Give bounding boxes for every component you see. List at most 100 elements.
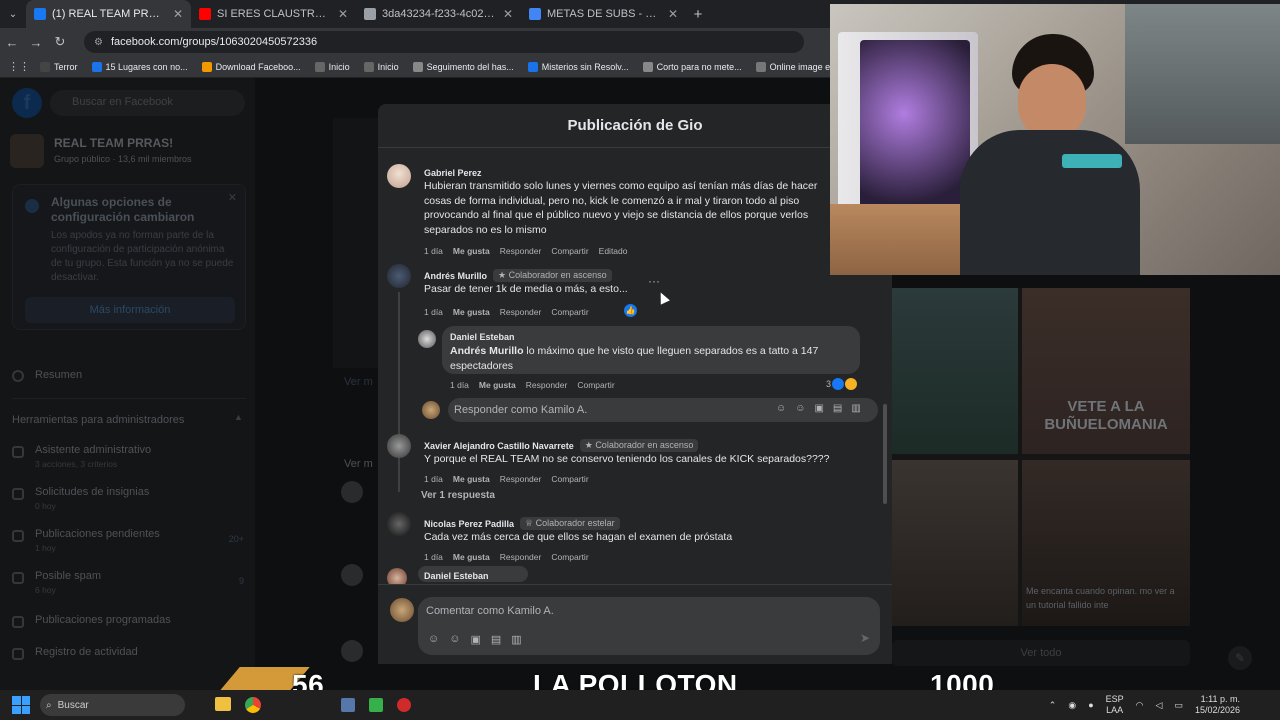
avatar[interactable] [387, 164, 411, 188]
avatar-sticker-icon[interactable]: ☺ [428, 633, 439, 646]
chevron-up-icon[interactable]: ▲ [234, 412, 243, 422]
admin-tool-item[interactable]: Asistente administrativo 3 acciones, 3 cr… [12, 442, 246, 474]
like-reaction-icon[interactable]: 👍 [624, 304, 637, 317]
comment-author[interactable]: Xavier Alejandro Castillo Navarrete ★ Co… [424, 439, 699, 452]
wifi-icon[interactable]: ◠ [1136, 700, 1144, 711]
comment-author[interactable]: Daniel Esteban [424, 571, 489, 581]
reload-icon[interactable]: ↻ [48, 34, 72, 50]
compose-icon[interactable]: ✎ [1228, 646, 1252, 670]
reaction-count[interactable]: 3 [826, 378, 858, 390]
app-icon[interactable] [341, 698, 355, 712]
avatar-sticker-icon[interactable]: ☺ [776, 403, 786, 414]
comment-author[interactable]: Andrés Murillo ★ Colaborador en ascenso [424, 269, 612, 282]
admin-tool-item[interactable]: Registro de actividad [12, 644, 246, 676]
gif-icon[interactable]: ▤ [833, 403, 842, 414]
close-tab-icon[interactable]: ✕ [338, 7, 348, 21]
media-thumb[interactable] [892, 460, 1018, 626]
bookmark-item[interactable]: Inicio [314, 61, 350, 72]
tab-search-icon[interactable]: ⌄ [0, 9, 26, 20]
bookmark-item[interactable]: Corto para no mete... [642, 61, 742, 72]
close-tab-icon[interactable]: ✕ [173, 7, 183, 21]
more-info-button[interactable]: Más información [25, 297, 235, 323]
share-button[interactable]: Compartir [551, 246, 588, 256]
chevron-up-icon[interactable]: ⌃ [1049, 700, 1057, 711]
bookmark-item[interactable]: Misterios sin Resolv... [527, 61, 629, 72]
bookmark-item[interactable]: Seguimento del has... [412, 61, 514, 72]
volume-icon[interactable]: ◁ [1156, 700, 1163, 711]
modal-scrollbar[interactable] [883, 404, 887, 504]
close-notice-icon[interactable]: ✕ [228, 191, 237, 204]
more-options-icon[interactable]: ··· [648, 274, 660, 288]
media-thumb[interactable]: Me encanta cuando opinan. mo ver a un tu… [1022, 460, 1190, 626]
send-icon[interactable]: ➤ [860, 631, 870, 645]
windows-start-icon[interactable] [12, 696, 30, 714]
back-icon[interactable]: ← [0, 35, 24, 50]
avatar[interactable] [418, 330, 436, 348]
sticker-icon[interactable]: ▥ [511, 633, 521, 646]
reply-button[interactable]: Responder [500, 474, 542, 484]
bookmark-item[interactable]: Inicio [363, 61, 399, 72]
admin-tool-item[interactable]: Publicaciones pendientes 1 hoy 20+ [12, 526, 246, 558]
like-button[interactable]: Me gusta [479, 380, 516, 390]
media-thumb[interactable] [892, 288, 1018, 454]
camera-icon[interactable]: ▣ [814, 403, 823, 414]
app-icon[interactable] [369, 698, 383, 712]
app-icon[interactable] [397, 698, 411, 712]
like-button[interactable]: Me gusta [453, 552, 490, 562]
admin-tool-item[interactable]: Solicitudes de insignias 0 hoy [12, 484, 246, 516]
emoji-icon[interactable]: ☺ [449, 633, 460, 646]
share-button[interactable]: Compartir [551, 307, 588, 317]
ver-todo-button[interactable]: Ver todo [892, 640, 1190, 666]
bookmark-item[interactable]: 15 Lugares con no... [91, 61, 188, 72]
chrome-icon[interactable] [245, 697, 261, 713]
address-field[interactable]: ⚙ facebook.com/groups/1063020450572336 [84, 31, 804, 53]
taskbar-search[interactable]: ⌕ Buscar [40, 694, 185, 716]
reply-button[interactable]: Responder [500, 307, 542, 317]
comment-author[interactable]: Gabriel Perez [424, 168, 482, 178]
bookmark-item[interactable]: Download Faceboo... [201, 61, 301, 72]
like-button[interactable]: Me gusta [453, 474, 490, 484]
mic-icon[interactable]: ● [1088, 700, 1093, 710]
browser-tab[interactable]: (1) REAL TEAM PRRAS! | Facebo ✕ [26, 0, 191, 28]
like-button[interactable]: Me gusta [453, 246, 490, 256]
facebook-logo-icon[interactable]: f [12, 88, 42, 118]
comment-author[interactable]: Nicolas Perez Padilla ♕ Colaborador este… [424, 517, 620, 530]
bookmark-item[interactable]: Terror [40, 61, 78, 72]
comment-input[interactable]: Comentar como Kamilo A. ☺ ☺ ▣ ▤ ▥ ➤ [418, 597, 880, 655]
camera-icon[interactable]: ▣ [470, 633, 480, 646]
forward-icon[interactable]: → [24, 35, 48, 50]
comment-time[interactable]: 1 día [450, 380, 469, 390]
gif-icon[interactable]: ▤ [491, 633, 501, 646]
comment-time[interactable]: 1 día [424, 552, 443, 562]
avatar[interactable] [387, 434, 411, 458]
media-thumb[interactable]: VETE A LA BUÑUELOMANIA [1022, 288, 1190, 454]
summary-link[interactable]: Resumen [35, 369, 82, 381]
comment-time[interactable]: 1 día [424, 307, 443, 317]
file-explorer-icon[interactable] [215, 697, 231, 711]
comment-author[interactable]: Daniel Esteban [450, 332, 515, 342]
share-button[interactable]: Compartir [577, 380, 614, 390]
like-button[interactable]: Me gusta [453, 307, 490, 317]
sticker-icon[interactable]: ▥ [851, 403, 860, 414]
site-info-icon[interactable]: ⚙ [94, 37, 103, 48]
mention-link[interactable]: Andrés Murillo [450, 345, 524, 357]
network-icon[interactable]: ◉ [1068, 700, 1076, 711]
avatar[interactable] [387, 512, 411, 536]
apps-grid-icon[interactable]: ⋮⋮ [8, 60, 30, 73]
share-button[interactable]: Compartir [551, 552, 588, 562]
language-indicator[interactable]: ESP LAA [1106, 694, 1124, 716]
close-tab-icon[interactable]: ✕ [668, 7, 678, 21]
share-button[interactable]: Compartir [551, 474, 588, 484]
new-tab-button[interactable]: + [686, 6, 710, 23]
emoji-icon[interactable]: ☺ [795, 403, 805, 414]
group-name[interactable]: REAL TEAM PRRAS! [54, 136, 173, 150]
browser-tab[interactable]: SI ERES CLAUSTROFOBICO NO ✕ [191, 0, 356, 28]
clock[interactable]: 1:11 p. m. 15/02/2026 [1195, 694, 1240, 716]
browser-tab[interactable]: 3da43234-f233-4c02-9125-2e1 ✕ [356, 0, 521, 28]
reply-button[interactable]: Responder [500, 552, 542, 562]
browser-tab[interactable]: METAS DE SUBS - Documento ✕ [521, 0, 686, 28]
battery-icon[interactable]: ▭ [1174, 700, 1183, 711]
ver-mas-link[interactable]: Ver m [344, 376, 373, 388]
reply-button[interactable]: Responder [526, 380, 568, 390]
facebook-search-input[interactable]: Buscar en Facebook [50, 90, 245, 116]
